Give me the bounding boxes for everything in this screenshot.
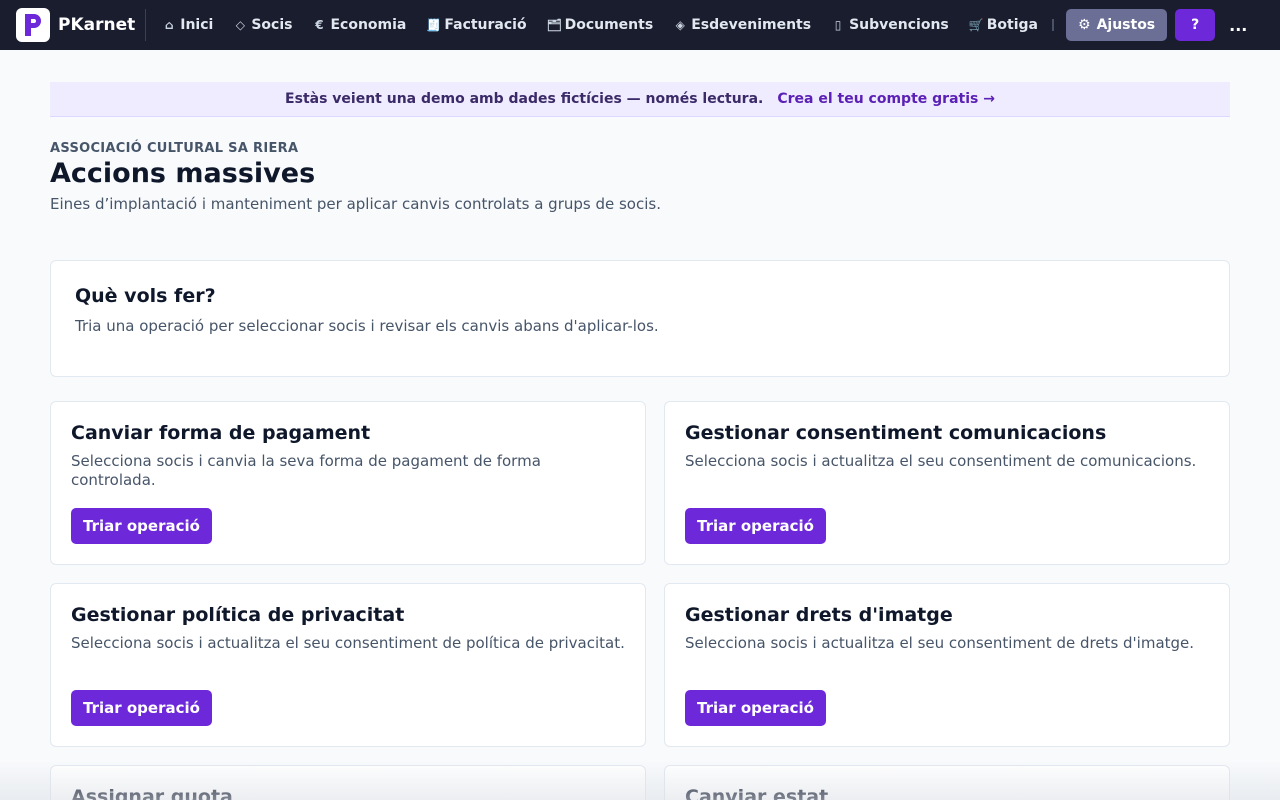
euro-icon: € bbox=[315, 18, 324, 32]
operation-title: Gestionar política de privacitat bbox=[71, 604, 405, 626]
nav-item-socis[interactable]: ◇ Socis bbox=[223, 0, 302, 50]
nav-item-label: Botiga bbox=[986, 17, 1038, 33]
settings-label: Ajustos bbox=[1096, 17, 1156, 33]
page-subtitle: Eines d’implantació i manteniment per ap… bbox=[50, 195, 661, 213]
intro-card: Què vols fer? Tria una operació per sele… bbox=[50, 260, 1230, 377]
nav-item-subvencions[interactable]: ▯ Subvencions bbox=[821, 0, 959, 50]
operation-description: Selecciona socis i actualitza el seu con… bbox=[685, 634, 1195, 652]
organization-name: ASSOCIACIÓ CULTURAL SA RIERA bbox=[50, 141, 299, 156]
home-icon: ⌂ bbox=[164, 18, 174, 32]
operation-description: Selecciona socis i canvia la seva forma … bbox=[71, 452, 541, 489]
nav-divider bbox=[1052, 19, 1054, 31]
diamond-icon: ◇ bbox=[235, 18, 245, 32]
nav-item-label: Socis bbox=[251, 17, 293, 33]
nav-item-label: Facturació bbox=[444, 17, 527, 33]
choose-operation-button[interactable]: Triar operació bbox=[685, 690, 826, 726]
receipt-icon: 🧾 bbox=[426, 18, 442, 32]
nav-item-documents[interactable]: 🗂 Documents bbox=[537, 0, 664, 50]
nav-item-botiga[interactable]: 🛒 Botiga bbox=[959, 0, 1048, 50]
intro-text: Tria una operació per seleccionar socis … bbox=[75, 317, 659, 335]
settings-button[interactable]: ⚙ Ajustos bbox=[1066, 9, 1168, 41]
operation-title: Gestionar consentiment comunicacions bbox=[685, 422, 1107, 444]
nav-item-label: Documents bbox=[564, 17, 654, 33]
operation-card-assign-fee: Assignar quota bbox=[50, 765, 646, 800]
help-button[interactable]: ? bbox=[1175, 9, 1216, 41]
operation-card-privacy-policy: Gestionar política de privacitat Selecci… bbox=[50, 583, 646, 747]
demo-banner-text: Estàs veient una demo amb dades fictície… bbox=[285, 91, 764, 107]
operation-card-image-rights: Gestionar drets d'imatge Selecciona soci… bbox=[664, 583, 1230, 747]
operation-card-communications-consent: Gestionar consentiment comunicacions Sel… bbox=[664, 401, 1230, 565]
nav-item-esdeveniments[interactable]: ◈ Esdeveniments bbox=[663, 0, 821, 50]
nav-item-facturacio[interactable]: 🧾 Facturació bbox=[416, 0, 536, 50]
operation-title: Gestionar drets d'imatge bbox=[685, 604, 953, 626]
operation-title: Canviar forma de pagament bbox=[71, 422, 371, 444]
cart-icon: 🛒 bbox=[968, 18, 984, 32]
app-name: PKarnet bbox=[58, 15, 136, 35]
top-navbar: PKarnet ⌂ Inici ◇ Socis € Economia 🧾 Fac… bbox=[0, 0, 1280, 50]
operation-title: Canviar estat bbox=[685, 786, 829, 800]
operation-description: Selecciona socis i actualitza el seu con… bbox=[71, 634, 625, 652]
nav-item-inici[interactable]: ⌂ Inici bbox=[152, 0, 223, 50]
columns-icon: ▯ bbox=[834, 18, 842, 32]
operation-card-payment-method: Canviar forma de pagament Selecciona soc… bbox=[50, 401, 646, 565]
demo-banner: Estàs veient una demo amb dades fictície… bbox=[50, 82, 1230, 117]
folder-icon: 🗂 bbox=[546, 18, 562, 32]
nav-item-label: Esdeveniments bbox=[691, 17, 812, 33]
nav-item-label: Economia bbox=[330, 17, 407, 33]
choose-operation-button[interactable]: Triar operació bbox=[71, 690, 212, 726]
choose-operation-button[interactable]: Triar operació bbox=[685, 508, 826, 544]
create-account-link[interactable]: Crea el teu compte gratis → bbox=[777, 91, 995, 107]
intro-title: Què vols fer? bbox=[75, 285, 216, 307]
nav-item-label: Inici bbox=[180, 17, 214, 33]
logo-mark-icon bbox=[16, 8, 50, 42]
operation-title: Assignar quota bbox=[71, 786, 233, 800]
nav-item-label: Subvencions bbox=[849, 17, 949, 33]
diamond-dot-icon: ◈ bbox=[675, 18, 685, 32]
nav-item-economia[interactable]: € Economia bbox=[302, 0, 416, 50]
more-menu-button[interactable]: ... bbox=[1229, 9, 1247, 41]
choose-operation-button[interactable]: Triar operació bbox=[71, 508, 212, 544]
operation-card-change-status: Canviar estat bbox=[664, 765, 1230, 800]
app-logo[interactable]: PKarnet bbox=[16, 8, 147, 42]
gear-icon: ⚙ bbox=[1078, 17, 1091, 33]
page-title: Accions massives bbox=[50, 158, 316, 189]
operation-description: Selecciona socis i actualitza el seu con… bbox=[685, 452, 1197, 470]
main-nav: ⌂ Inici ◇ Socis € Economia 🧾 Facturació … bbox=[152, 0, 1058, 50]
